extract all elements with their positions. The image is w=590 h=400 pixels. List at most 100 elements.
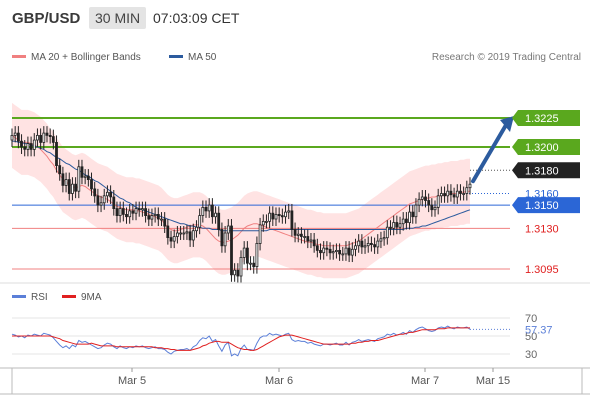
candle-body — [109, 191, 112, 198]
candle-body — [287, 210, 291, 213]
candle-body — [369, 242, 373, 245]
candle-body — [261, 220, 265, 226]
candle-body — [147, 215, 151, 220]
candle-body — [274, 213, 278, 220]
candle-body — [334, 249, 338, 252]
candle-body — [214, 212, 218, 218]
candle-body — [118, 208, 122, 217]
candle-body — [131, 210, 135, 214]
candle-body — [465, 187, 469, 194]
candle-body — [175, 232, 179, 237]
x-label-mar-15: Mar 15 — [476, 375, 510, 387]
candle-body — [439, 193, 443, 197]
candle-body — [382, 237, 386, 240]
candle-body — [315, 245, 319, 251]
candle-body — [344, 247, 348, 255]
candle-body — [268, 212, 272, 222]
candle-body — [144, 208, 148, 217]
candle-body — [325, 247, 329, 250]
candle-body — [156, 213, 160, 220]
rsi-tick-70: 70 — [525, 313, 537, 325]
candle-body — [39, 134, 42, 143]
candle-body — [163, 218, 167, 227]
price-chart[interactable]: 1.32251.32001.31801.31601.31501.31301.30… — [0, 0, 590, 400]
candle-body — [459, 190, 462, 194]
candle-body — [150, 215, 154, 220]
candle-body — [436, 195, 440, 208]
candle-body — [392, 222, 396, 229]
candle-body — [350, 248, 354, 256]
candle-body — [242, 247, 246, 258]
candle-body — [284, 211, 287, 218]
candle-body — [96, 195, 100, 206]
candle-body — [303, 236, 307, 238]
candle-body — [51, 136, 55, 143]
candle-body — [195, 226, 198, 232]
level-label-1-3150: 1.3150 — [525, 200, 559, 212]
level-label-1-3225: 1.3225 — [525, 113, 559, 125]
candle-body — [354, 245, 357, 250]
candle-body — [357, 240, 361, 247]
candle-body — [385, 226, 389, 239]
candle-body — [217, 212, 221, 230]
candle-body — [322, 247, 326, 254]
candle-body — [455, 190, 459, 198]
candle-body — [36, 134, 39, 141]
candle-body — [172, 236, 176, 242]
candle-body — [427, 200, 431, 206]
candle-body — [220, 229, 224, 247]
candle-body — [169, 237, 173, 242]
candle-body — [125, 213, 128, 218]
candle-body — [198, 215, 202, 228]
candle-body — [277, 213, 281, 216]
candle-body — [328, 248, 332, 254]
candle-body — [185, 231, 189, 234]
candle-body — [191, 230, 195, 241]
candle-body — [74, 183, 77, 192]
candle-body — [166, 225, 170, 239]
candle-body — [376, 240, 380, 248]
candle-body — [414, 204, 418, 218]
candle-body — [319, 249, 322, 254]
candle-body — [296, 233, 300, 236]
candle-body — [61, 173, 65, 186]
candle-body — [128, 210, 132, 218]
candle-body — [140, 208, 144, 211]
candle-body — [207, 204, 211, 212]
rsi-tick-30: 30 — [525, 349, 537, 361]
candle-body — [389, 226, 392, 229]
candle-body — [48, 134, 52, 137]
candle-body — [188, 231, 192, 241]
candle-body — [430, 204, 434, 211]
candle-body — [306, 236, 310, 242]
candle-body — [201, 206, 205, 216]
candle-body — [134, 208, 138, 214]
candle-body — [233, 269, 237, 276]
candle-body — [443, 193, 447, 197]
candle-body — [312, 239, 316, 247]
candle-body — [258, 224, 262, 244]
candle-body — [452, 194, 456, 198]
x-label-mar-7: Mar 7 — [411, 375, 439, 387]
candle-body — [67, 179, 71, 194]
candle-body — [331, 251, 335, 254]
candle-body — [137, 208, 141, 211]
candle-body — [223, 232, 227, 247]
candle-body — [424, 196, 427, 201]
candle-body — [446, 190, 450, 197]
candle-body — [99, 202, 103, 206]
candle-body — [112, 196, 116, 210]
candle-body — [347, 247, 351, 256]
candle-body — [26, 143, 30, 150]
candle-body — [309, 239, 313, 242]
candle-body — [58, 165, 62, 175]
candle-body — [121, 208, 125, 215]
x-label-mar-6: Mar 6 — [265, 375, 293, 387]
candle-body — [404, 218, 408, 224]
candle-body — [32, 139, 36, 150]
candle-body — [398, 223, 402, 228]
candle-body — [417, 198, 421, 206]
candle-body — [360, 240, 364, 248]
candle-body — [341, 253, 345, 256]
candle-body — [64, 179, 68, 186]
